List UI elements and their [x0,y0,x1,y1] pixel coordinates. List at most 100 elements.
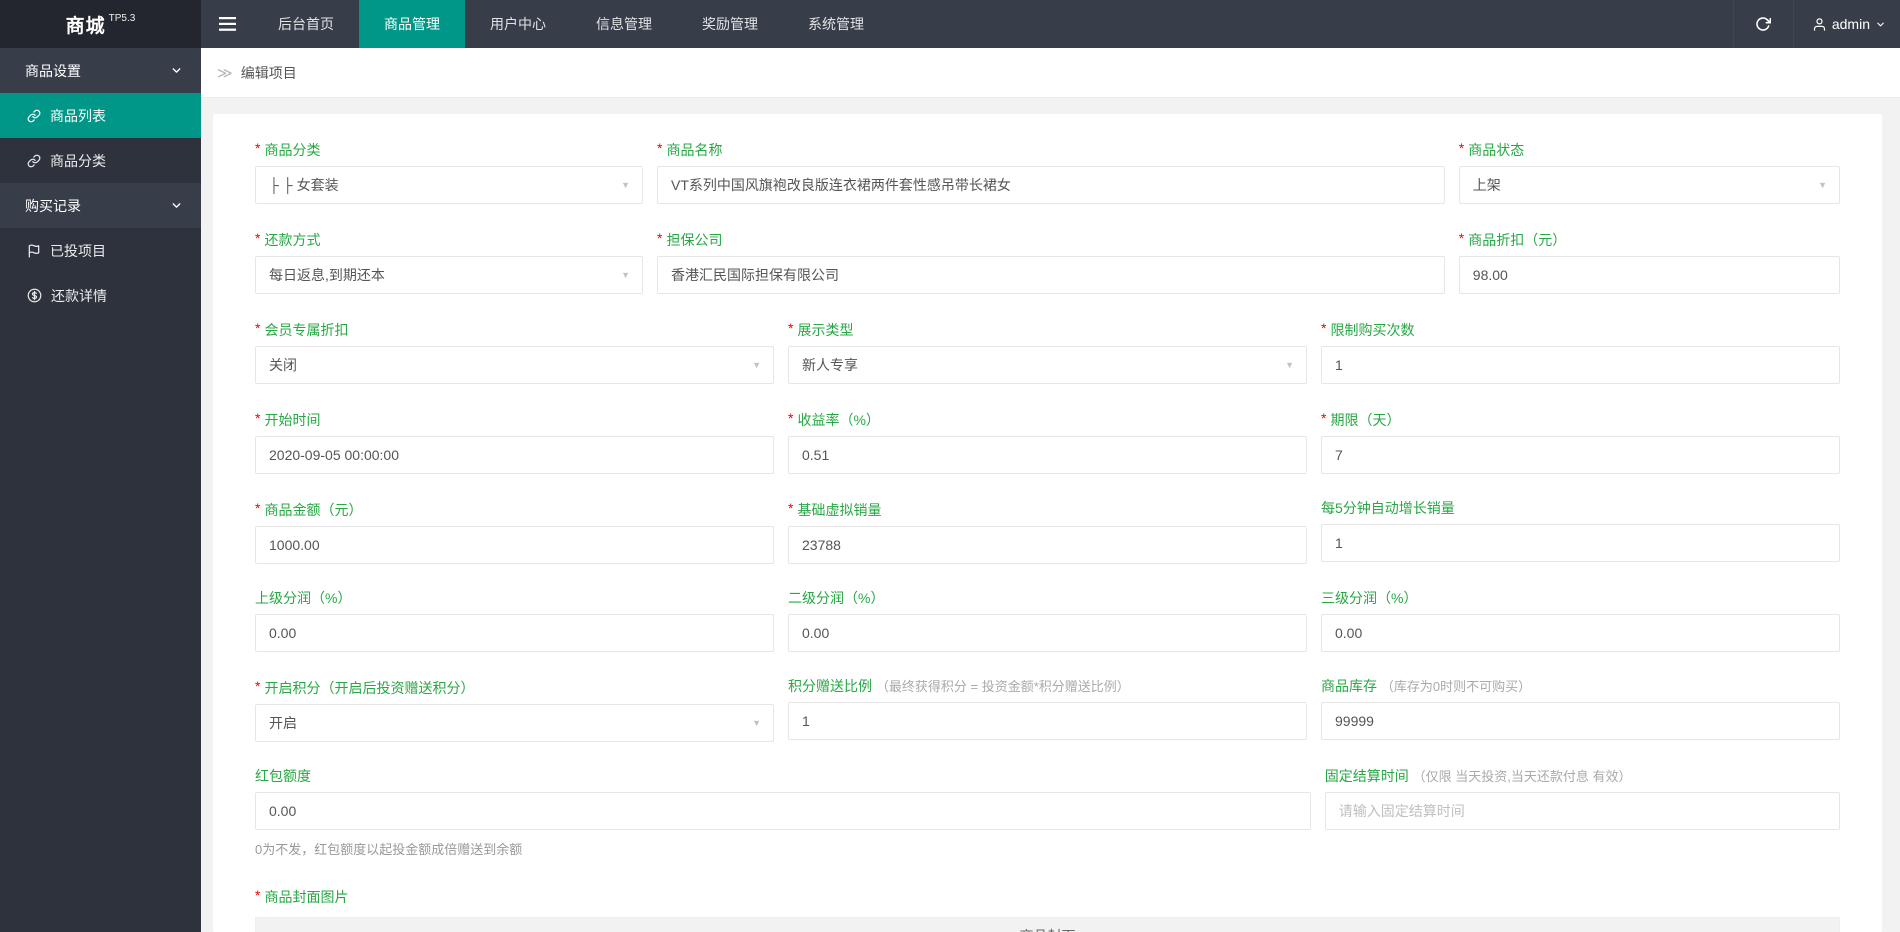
chevron-down-icon: ▼ [621,180,630,190]
product-amount-input[interactable] [255,526,774,564]
navbar-right: admin [1733,0,1900,48]
sidebar-item-label: 商品分类 [50,151,106,171]
link-icon [27,109,41,123]
sidebar-item-label: 商品列表 [50,106,106,126]
product-name-input[interactable] [657,166,1445,204]
points-ratio-input[interactable] [788,702,1307,740]
nav-item-product-management[interactable]: 商品管理 [359,0,465,48]
sidebar-group-label: 商品设置 [25,61,81,81]
field-label: 担保公司 [657,231,1445,248]
field-label: 固定结算时间 （仅限 当天投资,当天还款付息 有效） [1325,769,1840,784]
chevron-down-icon [1875,19,1886,30]
field-label: 上级分润（%） [255,591,774,606]
chevron-down-icon: ▼ [752,718,761,728]
nav-item-user-center[interactable]: 用户中心 [465,0,571,48]
sidebar-toggle-button[interactable] [201,0,253,48]
edit-form-card: 商品分类 ├ ├ 女套装 ▼ 商品名称 商品状态 上架 ▼ [213,114,1882,932]
flag-icon [27,244,41,258]
field-label: 基础虚拟销量 [788,501,1307,518]
dollar-circle-icon [27,288,42,303]
points-enable-select[interactable]: 开启 ▼ [255,704,774,742]
refresh-button[interactable] [1733,0,1793,48]
cover-image-label: 商品封面图片 [255,888,1840,905]
repayment-method-select[interactable]: 每日返息,到期还本 ▼ [255,256,643,294]
app-version: TP5.3 [109,13,136,24]
start-time-input[interactable] [255,436,774,474]
auto-growth-sales-input[interactable] [1321,524,1840,562]
field-label: 展示类型 [788,321,1307,338]
red-packet-help-text: 0为不发，红包额度以起投金额成倍赠送到余额 [255,839,1311,858]
nav-item-system-management[interactable]: 系统管理 [783,0,889,48]
sidebar-item-repayment-details[interactable]: 还款详情 [0,273,201,318]
sidebar-item-label: 已投项目 [50,241,106,261]
stock-input[interactable] [1321,702,1840,740]
chevron-down-icon: ▼ [752,360,761,370]
yield-rate-input[interactable] [788,436,1307,474]
field-label: 积分赠送比例 （最终获得积分 = 投资金额*积分赠送比例） [788,679,1307,694]
field-label: 商品状态 [1459,141,1840,158]
sidebar-item-product-list[interactable]: 商品列表 [0,93,201,138]
field-label: 商品库存 （库存为0时则不可购买） [1321,679,1840,694]
user-menu[interactable]: admin [1793,0,1900,48]
purchase-limit-input[interactable] [1321,346,1840,384]
field-label: 会员专属折扣 [255,321,774,338]
settlement-time-input[interactable] [1325,792,1840,830]
product-status-select[interactable]: 上架 ▼ [1459,166,1840,204]
chevron-down-icon: ▼ [1285,360,1294,370]
product-discount-input[interactable] [1459,256,1840,294]
user-icon [1812,17,1827,32]
base-virtual-sales-input[interactable] [788,526,1307,564]
field-label: 每5分钟自动增长销量 [1321,501,1840,516]
term-days-input[interactable] [1321,436,1840,474]
display-type-select[interactable]: 新人专享 ▼ [788,346,1307,384]
sidebar-item-invested-projects[interactable]: 已投项目 [0,228,201,273]
guarantee-company-input[interactable] [657,256,1445,294]
select-value: 关闭 [269,355,297,375]
red-packet-input[interactable] [255,792,1311,830]
field-label: 商品名称 [657,141,1445,158]
product-category-select[interactable]: ├ ├ 女套装 ▼ [255,166,643,204]
field-label: 开启积分（开启后投资赠送积分） [255,679,774,696]
link-icon [27,154,41,168]
level3-profit-input[interactable] [1321,614,1840,652]
nav-item-reward-management[interactable]: 奖励管理 [677,0,783,48]
top-navbar: 商城 TP5.3 后台首页 商品管理 用户中心 信息管理 奖励管理 系统管理 a… [0,0,1900,48]
breadcrumb: ≫ 编辑项目 [201,48,1900,98]
sidebar: 商品设置 商品列表 商品分类 购买记录 已投项目 还款详情 [0,48,201,932]
chevron-down-icon: ▼ [1818,180,1827,190]
member-discount-select[interactable]: 关闭 ▼ [255,346,774,384]
field-label: 红包额度 [255,769,1311,784]
breadcrumb-arrow-icon: ≫ [217,64,233,82]
select-value: 上架 [1473,175,1501,195]
field-label: 期限（天） [1321,411,1840,428]
hamburger-icon [219,17,236,31]
refresh-icon [1755,16,1771,32]
sidebar-item-product-category[interactable]: 商品分类 [0,138,201,183]
chevron-down-icon [170,64,183,77]
select-value: 每日返息,到期还本 [269,265,385,285]
page-title: 编辑项目 [241,63,297,83]
field-label: 商品分类 [255,141,643,158]
cover-image-table: 商品封面 [255,917,1840,932]
field-label: 限制购买次数 [1321,321,1840,338]
cover-image-section: 商品封面图片 商品封面 [255,888,1840,932]
field-label: 商品折扣（元） [1459,231,1840,248]
sidebar-item-label: 还款详情 [51,286,107,306]
level2-profit-input[interactable] [788,614,1307,652]
cover-table-header: 商品封面 [256,918,1839,932]
nav-item-dashboard[interactable]: 后台首页 [253,0,359,48]
content-area: 商品分类 ├ ├ 女套装 ▼ 商品名称 商品状态 上架 ▼ [201,98,1900,932]
field-label: 二级分润（%） [788,591,1307,606]
field-label: 还款方式 [255,231,643,248]
nav-item-info-management[interactable]: 信息管理 [571,0,677,48]
sidebar-group-purchase-records[interactable]: 购买记录 [0,183,201,228]
chevron-down-icon [170,199,183,212]
select-value: 新人专享 [802,355,858,375]
sidebar-group-product-settings[interactable]: 商品设置 [0,48,201,93]
sidebar-group-label: 购买记录 [25,196,81,216]
app-title: 商城 [66,11,106,38]
level1-profit-input[interactable] [255,614,774,652]
chevron-down-icon: ▼ [621,270,630,280]
field-label: 收益率（%） [788,411,1307,428]
app-logo: 商城 TP5.3 [0,0,201,48]
